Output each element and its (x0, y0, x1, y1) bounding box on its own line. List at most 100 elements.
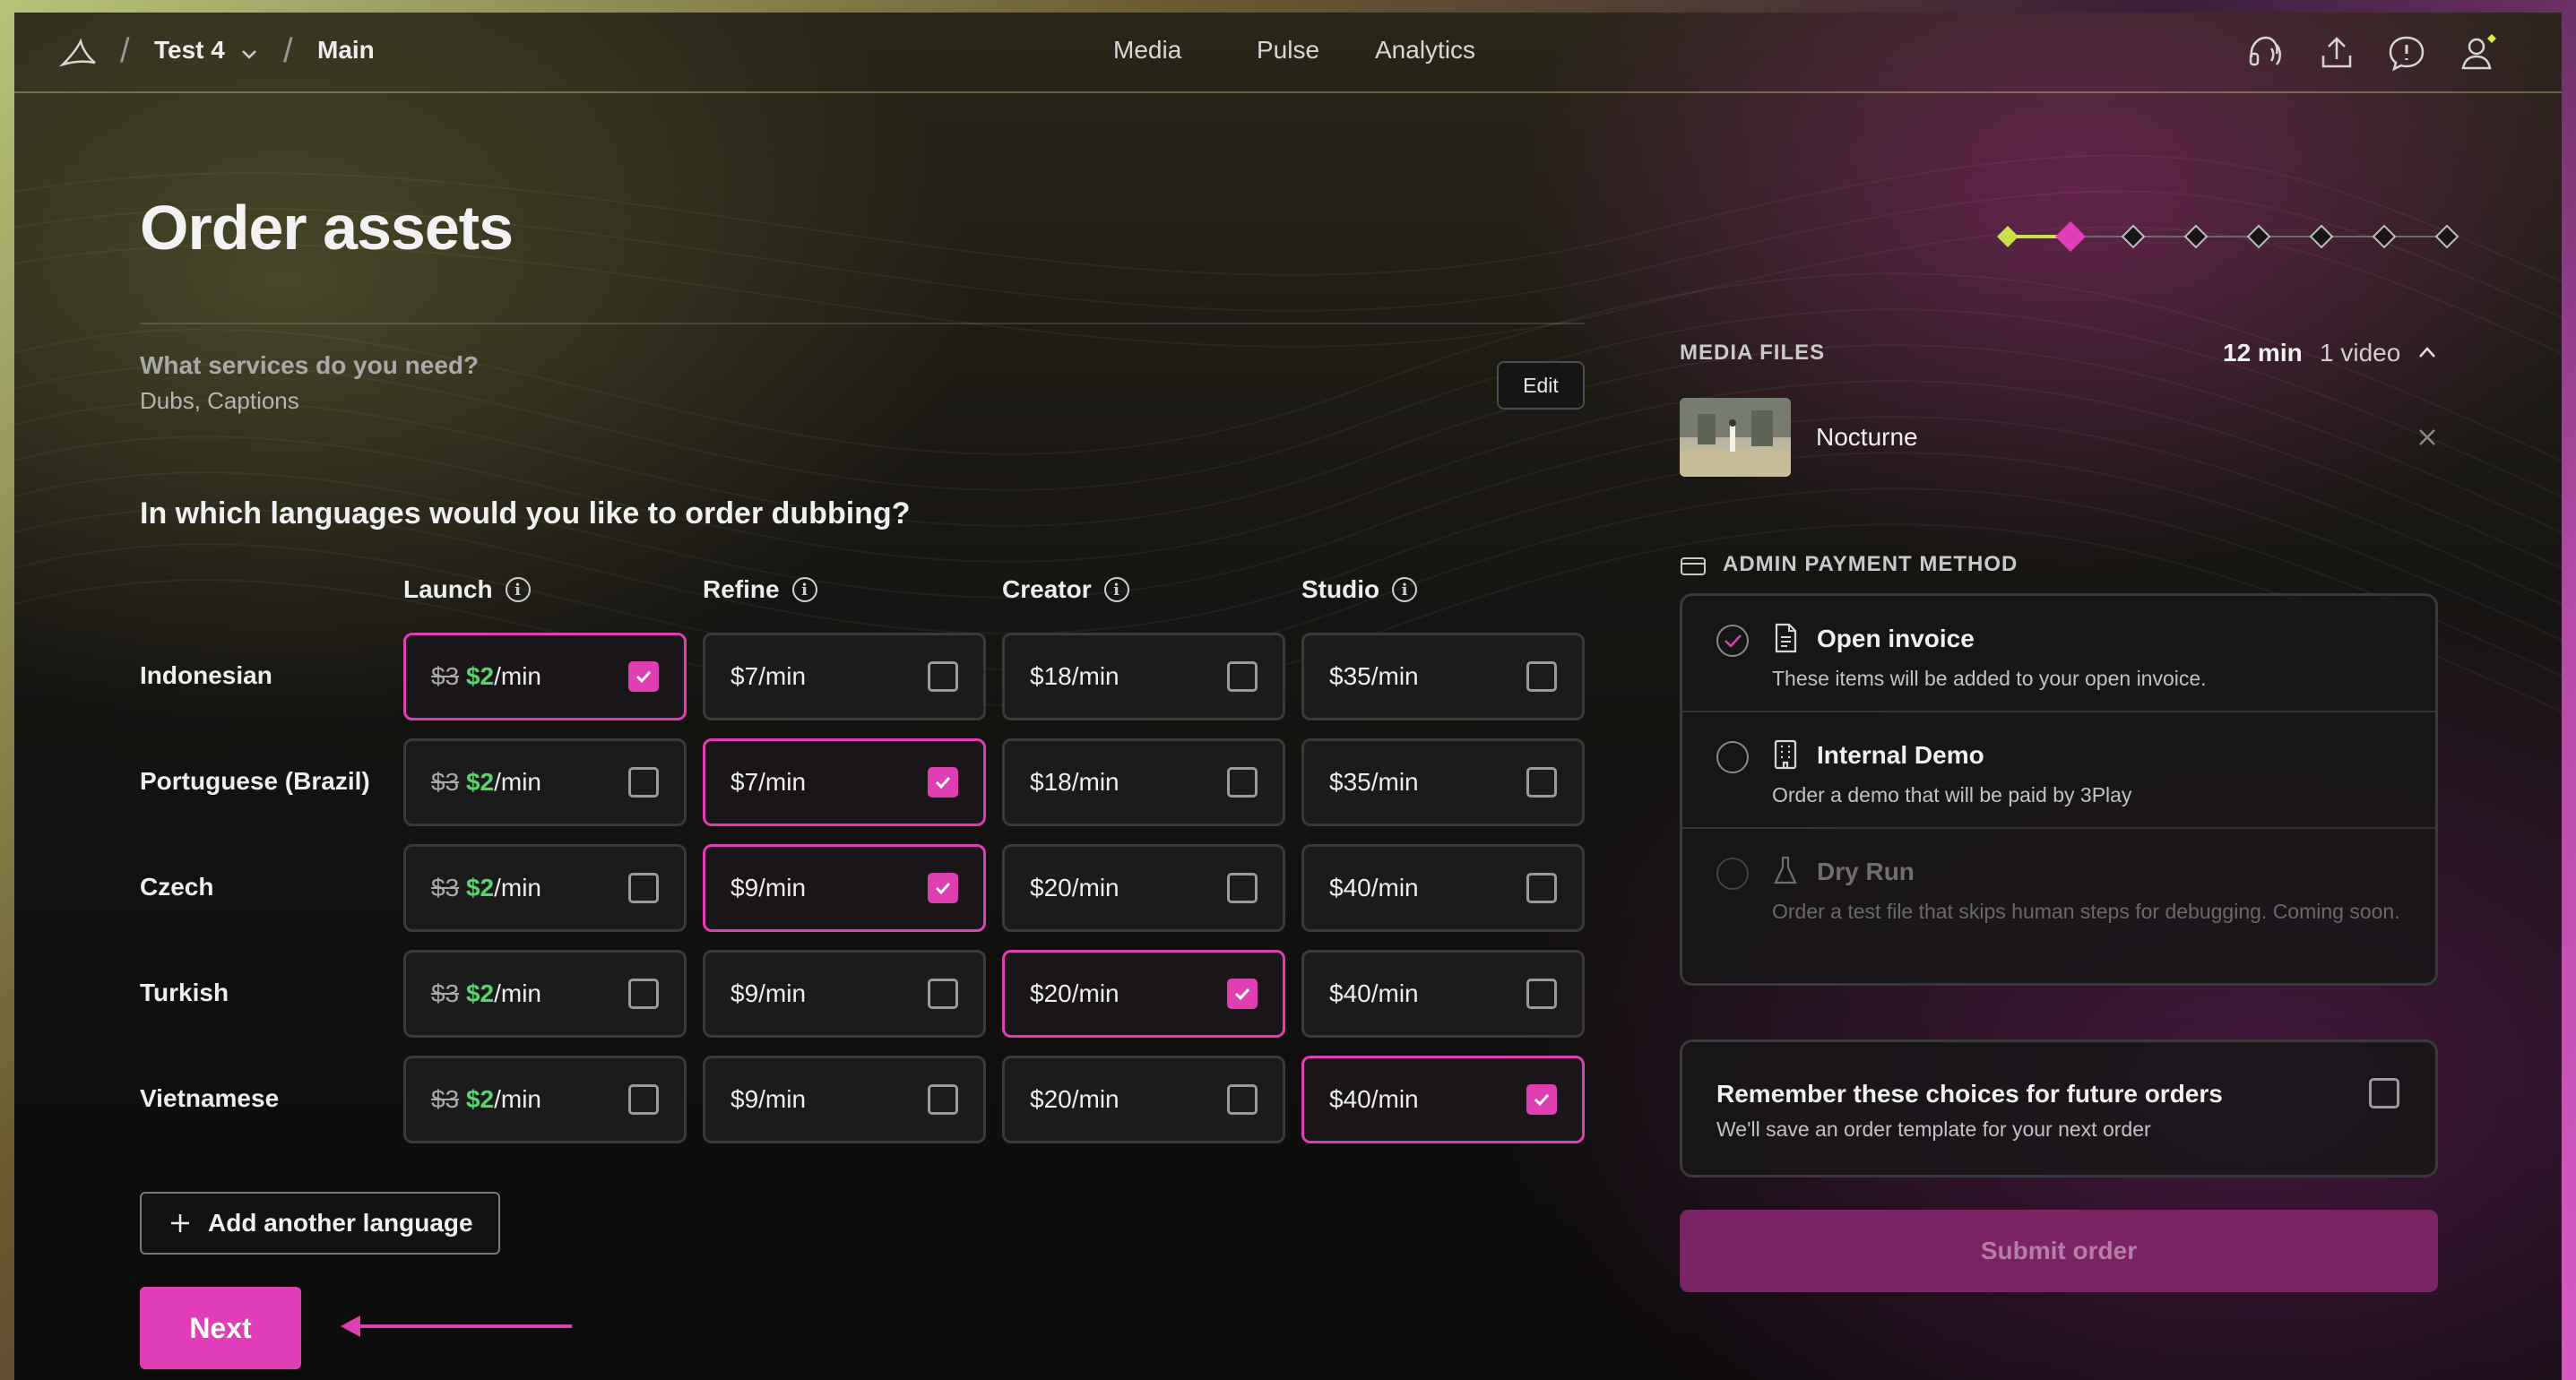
next-button[interactable]: Next (140, 1287, 301, 1369)
checkbox-checked[interactable] (628, 661, 659, 692)
tier-cell-launch[interactable]: $3 $2/min (403, 1056, 687, 1143)
breadcrumb-separator: / (120, 32, 130, 70)
column-header-creator: Creator i (1002, 575, 1129, 604)
payment-option-title: Dry Run (1817, 858, 1915, 885)
price-unit: /min (494, 662, 541, 690)
step-pending-icon (2246, 224, 2271, 249)
tier-cell-creator[interactable]: $18/min (1002, 738, 1285, 826)
building-icon (1774, 739, 1797, 770)
tier-cell-studio[interactable]: $40/min (1301, 950, 1585, 1038)
step-complete-icon (1997, 226, 2018, 247)
step-pending-icon (2183, 224, 2209, 249)
checkbox[interactable] (1227, 873, 1258, 903)
pointer-arrow-icon (341, 1315, 572, 1337)
checkbox[interactable] (928, 661, 958, 692)
info-icon[interactable]: i (791, 577, 817, 602)
remove-media-close-icon[interactable] (2416, 427, 2438, 448)
nav-analytics[interactable]: Analytics (1375, 36, 1475, 65)
checkbox[interactable] (628, 873, 659, 903)
old-price: $3 (431, 979, 460, 1007)
checkbox[interactable] (628, 979, 659, 1009)
tier-cell-creator[interactable]: $18/min (1002, 633, 1285, 720)
checkbox[interactable] (628, 1084, 659, 1115)
breadcrumb-page[interactable]: Main (317, 36, 375, 65)
checkbox-checked[interactable] (1526, 1084, 1557, 1115)
edit-services-button[interactable]: Edit (1497, 361, 1585, 410)
tier-price: $20/min (1030, 874, 1119, 901)
step-pending-icon (2121, 224, 2146, 249)
checkbox[interactable] (1526, 661, 1557, 692)
tier-cell-creator[interactable]: $20/min (1002, 844, 1285, 932)
info-icon[interactable]: i (505, 577, 531, 602)
remember-checkbox[interactable] (2369, 1078, 2399, 1108)
radio-internal-demo[interactable] (1716, 741, 1749, 773)
checkbox[interactable] (1227, 1084, 1258, 1115)
step-pending-icon (2434, 224, 2459, 249)
checkbox[interactable] (628, 767, 659, 798)
price-unit: /min (494, 874, 541, 901)
user-profile-icon[interactable] (2458, 32, 2499, 73)
tier-cell-refine[interactable]: $7/min (703, 633, 986, 720)
nav-media[interactable]: Media (1113, 36, 1181, 65)
tier-cell-refine[interactable]: $9/min (703, 1056, 986, 1143)
submit-order-button[interactable]: Submit order (1680, 1210, 2438, 1292)
checkbox-checked[interactable] (1227, 979, 1258, 1009)
checkbox-checked[interactable] (928, 767, 958, 798)
add-language-button[interactable]: Add another language (140, 1192, 500, 1255)
tier-cell-studio[interactable]: $40/min (1301, 844, 1585, 932)
page-title: Order assets (140, 193, 514, 263)
media-files-label: MEDIA FILES (1680, 341, 1826, 365)
tier-cell-refine[interactable]: $9/min (703, 844, 986, 932)
checkbox[interactable] (1227, 661, 1258, 692)
tier-price: $9/min (730, 874, 807, 901)
radio-open-invoice[interactable] (1716, 625, 1749, 657)
checkbox[interactable] (1227, 767, 1258, 798)
checkbox[interactable] (928, 1084, 958, 1115)
step-current-icon (2055, 221, 2086, 252)
tier-cell-refine[interactable]: $7/min (703, 738, 986, 826)
discount-price: $2 (465, 874, 495, 901)
payment-option-internal-demo[interactable]: Internal Demo Order a demo that will be … (1682, 712, 2435, 829)
tier-cell-studio[interactable]: $35/min (1301, 633, 1585, 720)
nav-pulse[interactable]: Pulse (1257, 36, 1319, 65)
tier-cell-launch[interactable]: $3 $2/min (403, 950, 687, 1038)
checkbox[interactable] (1526, 873, 1557, 903)
remember-choices-card: Remember these choices for future orders… (1680, 1039, 2438, 1177)
tier-price: $7/min (730, 768, 807, 796)
tier-cell-launch[interactable]: $3 $2/min (403, 633, 687, 720)
check-icon (635, 670, 652, 684)
media-count: 1 video (2320, 339, 2401, 367)
media-duration: 12 min (2223, 339, 2303, 367)
chevron-down-icon[interactable] (240, 48, 258, 61)
info-icon[interactable]: i (1103, 577, 1129, 602)
headset-icon[interactable] (2244, 32, 2286, 73)
remember-desc: We'll save an order template for your ne… (1716, 1117, 2151, 1141)
remember-title: Remember these choices for future orders (1716, 1080, 2223, 1108)
upload-icon[interactable] (2316, 32, 2357, 73)
checkbox-checked[interactable] (928, 873, 958, 903)
tier-price: $3 $2/min (431, 874, 628, 902)
checkbox[interactable] (1526, 979, 1557, 1009)
checkbox[interactable] (928, 979, 958, 1009)
app-logo-icon[interactable] (59, 38, 99, 70)
language-label: Portuguese (Brazil) (140, 767, 370, 795)
breadcrumb-project[interactable]: Test 4 (154, 36, 225, 65)
payment-option-open-invoice[interactable]: Open invoice These items will be added t… (1682, 596, 2435, 712)
chevron-up-icon[interactable] (2416, 344, 2438, 360)
tier-cell-creator[interactable]: $20/min (1002, 950, 1285, 1038)
payment-method-label: ADMIN PAYMENT METHOD (1723, 552, 2018, 576)
tier-cell-launch[interactable]: $3 $2/min (403, 844, 687, 932)
tier-cell-studio[interactable]: $35/min (1301, 738, 1585, 826)
price-unit: /min (494, 979, 541, 1007)
info-icon[interactable]: i (1392, 577, 1418, 602)
tier-cell-creator[interactable]: $20/min (1002, 1056, 1285, 1143)
check-icon (935, 882, 951, 895)
tier-price: $3 $2/min (431, 662, 628, 691)
checkbox[interactable] (1526, 767, 1557, 798)
tier-cell-launch[interactable]: $3 $2/min (403, 738, 687, 826)
tier-cell-studio[interactable]: $40/min (1301, 1056, 1585, 1143)
feedback-icon[interactable] (2386, 32, 2427, 73)
discount-price: $2 (465, 662, 495, 690)
top-bar: / Test 4 / Main Media Pulse Analytics (14, 13, 2562, 93)
tier-cell-refine[interactable]: $9/min (703, 950, 986, 1038)
